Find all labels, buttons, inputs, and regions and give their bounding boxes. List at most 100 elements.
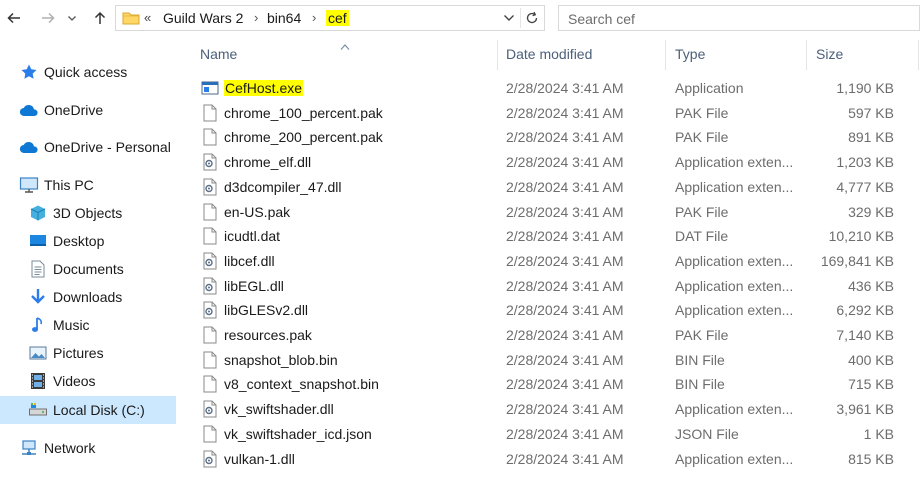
- file-size: 1,203 KB: [836, 154, 894, 171]
- column-divider[interactable]: [806, 40, 807, 70]
- file-row[interactable]: CefHost.exe 2/28/2024 3:41 AM Application 1…: [180, 76, 920, 100]
- file-type: Application: [675, 80, 744, 96]
- file-name: vk_swiftshader.dll: [224, 401, 334, 418]
- back-arrow-icon[interactable]: [2, 6, 26, 30]
- file-row[interactable]: d3dcompiler_47.dll 2/28/2024 3:41 AM Appli…: [180, 175, 920, 199]
- file-row[interactable]: en-US.pak 2/28/2024 3:41 AM PAK File 329 KB: [180, 200, 920, 224]
- column-header-type[interactable]: Type: [675, 46, 705, 62]
- up-arrow-icon[interactable]: [88, 6, 112, 30]
- file-name: libEGL.dll: [224, 277, 284, 294]
- file-size: 815 KB: [848, 450, 894, 467]
- column-divider[interactable]: [918, 40, 919, 70]
- file-name: v8_context_snapshot.bin: [224, 376, 379, 393]
- file-date-modified: 2/28/2024 3:41 AM: [506, 178, 624, 195]
- document-icon: [28, 259, 48, 279]
- breadcrumb-cef[interactable]: cef: [326, 10, 349, 26]
- file-type: Application exten...: [675, 178, 794, 195]
- file-icon: [201, 203, 219, 221]
- column-header-size[interactable]: Size: [816, 46, 843, 62]
- sidebar-item-videos[interactable]: Videos: [0, 367, 176, 395]
- file-date-modified: 2/28/2024 3:41 AM: [506, 228, 624, 245]
- sidebar-item-network[interactable]: Network: [0, 434, 176, 462]
- file-size: 1 KB: [863, 425, 894, 442]
- download-icon: [28, 287, 48, 307]
- file-row[interactable]: resources.pak 2/28/2024 3:41 AM PAK File 7,…: [180, 323, 920, 347]
- sidebar-item-3d-objects[interactable]: 3D Objects: [0, 199, 176, 227]
- file-row[interactable]: vulkan-1.dll 2/28/2024 3:41 AM Application…: [180, 447, 920, 471]
- forward-arrow-icon[interactable]: [36, 6, 60, 30]
- sidebar-item-quick-access[interactable]: Quick access: [0, 58, 176, 86]
- file-size: 6,292 KB: [836, 302, 894, 319]
- file-date-modified: 2/28/2024 3:41 AM: [506, 80, 624, 96]
- file-date-modified: 2/28/2024 3:41 AM: [506, 129, 624, 146]
- file-name: libcef.dll: [224, 252, 275, 269]
- file-icon: [201, 128, 219, 146]
- file-date-modified: 2/28/2024 3:41 AM: [506, 154, 624, 171]
- file-row[interactable]: chrome_200_percent.pak 2/28/2024 3:41 AM P…: [180, 125, 920, 149]
- file-row[interactable]: libEGL.dll 2/28/2024 3:41 AM Application e…: [180, 274, 920, 298]
- file-row[interactable]: chrome_100_percent.pak 2/28/2024 3:41 AM P…: [180, 101, 920, 125]
- file-name: chrome_elf.dll: [224, 154, 312, 171]
- sidebar-item-onedrive-personal[interactable]: OneDrive - Personal: [0, 133, 176, 161]
- file-row[interactable]: snapshot_blob.bin 2/28/2024 3:41 AM BIN Fi…: [180, 348, 920, 372]
- file-icon: [201, 351, 219, 369]
- file-size: 329 KB: [848, 203, 894, 220]
- address-dropdown-icon[interactable]: [500, 8, 518, 28]
- file-date-modified: 2/28/2024 3:41 AM: [506, 203, 624, 220]
- file-date-modified: 2/28/2024 3:41 AM: [506, 277, 624, 294]
- file-date-modified: 2/28/2024 3:41 AM: [506, 401, 624, 418]
- refresh-icon[interactable]: [520, 8, 542, 28]
- file-name: libGLESv2.dll: [224, 302, 309, 319]
- file-row[interactable]: vk_swiftshader.dll 2/28/2024 3:41 AM Appli…: [180, 397, 920, 421]
- breadcrumb-separator[interactable]: ›: [254, 10, 258, 25]
- sidebar-item-downloads[interactable]: Downloads: [0, 283, 176, 311]
- file-size: 169,841 KB: [820, 252, 894, 269]
- file-size: 3,961 KB: [836, 401, 894, 418]
- file-icon: [201, 104, 219, 122]
- sidebar-item-pictures[interactable]: Pictures: [0, 339, 176, 367]
- file-name: CefHost.exe: [224, 80, 304, 96]
- cloud-icon: [19, 137, 39, 157]
- breadcrumb-bin64[interactable]: bin64: [267, 10, 301, 26]
- file-size: 436 KB: [848, 277, 894, 294]
- dll-gear-icon: [201, 301, 219, 319]
- file-name: icudtl.dat: [224, 228, 281, 245]
- film-icon: [28, 371, 48, 391]
- column-header-name[interactable]: Name: [200, 46, 237, 62]
- file-icon: [201, 375, 219, 393]
- dll-gear-icon: [201, 252, 219, 270]
- sidebar-item-local-disk-c[interactable]: Local Disk (C:): [0, 396, 176, 424]
- chevron-down-icon[interactable]: [64, 6, 80, 30]
- column-divider[interactable]: [497, 40, 498, 70]
- file-row[interactable]: icudtl.dat 2/28/2024 3:41 AM DAT File 10,21…: [180, 224, 920, 248]
- sidebar-item-documents[interactable]: Documents: [0, 255, 176, 283]
- address-overflow[interactable]: «: [144, 10, 151, 25]
- file-type: PAK File: [675, 104, 729, 121]
- file-date-modified: 2/28/2024 3:41 AM: [506, 351, 624, 368]
- file-type: PAK File: [675, 203, 729, 220]
- network-icon: [19, 438, 39, 458]
- file-date-modified: 2/28/2024 3:41 AM: [506, 376, 624, 393]
- file-row[interactable]: libcef.dll 2/28/2024 3:41 AM Application e…: [180, 249, 920, 273]
- file-row[interactable]: vk_swiftshader_icd.json 2/28/2024 3:41 AM…: [180, 422, 920, 446]
- file-type: BIN File: [675, 351, 725, 368]
- sidebar-item-desktop[interactable]: Desktop: [0, 227, 176, 255]
- file-row[interactable]: v8_context_snapshot.bin 2/28/2024 3:41 AM…: [180, 372, 920, 396]
- dll-gear-icon: [201, 400, 219, 418]
- file-row[interactable]: libGLESv2.dll 2/28/2024 3:41 AM Applicatio…: [180, 298, 920, 322]
- column-divider[interactable]: [665, 40, 666, 70]
- search-input[interactable]: Search cef: [558, 5, 920, 31]
- breadcrumb-guild-wars-2[interactable]: Guild Wars 2: [163, 10, 243, 26]
- column-header-date-modified[interactable]: Date modified: [506, 46, 592, 62]
- file-type: JSON File: [675, 425, 739, 442]
- sidebar-item-this-pc[interactable]: This PC: [0, 171, 176, 199]
- file-row[interactable]: chrome_elf.dll 2/28/2024 3:41 AM Applicati…: [180, 150, 920, 174]
- disk-icon: [28, 400, 48, 420]
- file-name: snapshot_blob.bin: [224, 351, 338, 368]
- navigation-pane: Quick access OneDrive OneDrive - Persona…: [0, 40, 176, 483]
- sidebar-item-onedrive[interactable]: OneDrive: [0, 96, 176, 124]
- sidebar-item-music[interactable]: Music: [0, 311, 176, 339]
- navigation-bar: « Guild Wars 2 › bin64 › cef Search cef: [0, 0, 920, 38]
- address-bar[interactable]: « Guild Wars 2 › bin64 › cef: [115, 5, 545, 31]
- breadcrumb-separator[interactable]: ›: [312, 10, 316, 25]
